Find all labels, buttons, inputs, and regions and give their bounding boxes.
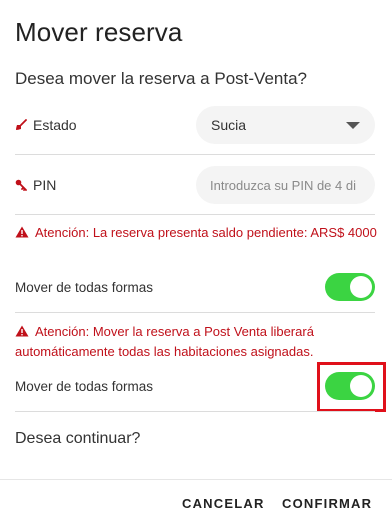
pin-label-group: PIN [15,177,56,193]
estado-label-group: Estado [15,117,77,133]
move-anyway-toggle-1[interactable] [325,273,375,301]
dialog-title: Mover reserva [15,17,183,47]
balance-warning: Atención: La reserva presenta saldo pend… [15,223,377,243]
estado-select[interactable]: Sucia [196,106,375,144]
warning-icon [15,323,29,337]
toggle-row-1: Mover de todas formas [15,273,375,301]
pin-label: PIN [33,177,57,193]
broom-icon [15,119,27,131]
warning-icon [15,224,29,238]
divider [15,214,375,215]
toggle-label-1: Mover de todas formas [15,279,154,295]
pin-input[interactable] [196,166,375,204]
divider [15,154,375,155]
estado-label: Estado [33,117,77,133]
toggle-knob [350,276,372,298]
highlight-box [317,362,386,412]
confirm-button[interactable]: CONFIRMAR [282,496,372,511]
caret-down-icon [346,122,360,129]
release-rooms-warning: Atención: Mover la reserva a Post Venta … [15,322,377,362]
move-question: Desea mover la reserva a Post-Venta? [15,69,307,88]
footer-divider [0,479,392,480]
cancel-button[interactable]: CANCELAR [182,496,265,511]
balance-warning-text: Atención: La reserva presenta saldo pend… [35,225,377,240]
continue-question: Desea continuar? [15,430,141,447]
estado-selected-value: Sucia [211,117,247,133]
release-rooms-warning-text: Atención: Mover la reserva a Post Venta … [15,324,314,359]
toggle-label-2: Mover de todas formas [15,378,154,394]
divider [15,411,375,412]
divider [15,312,375,313]
key-icon [15,179,27,191]
